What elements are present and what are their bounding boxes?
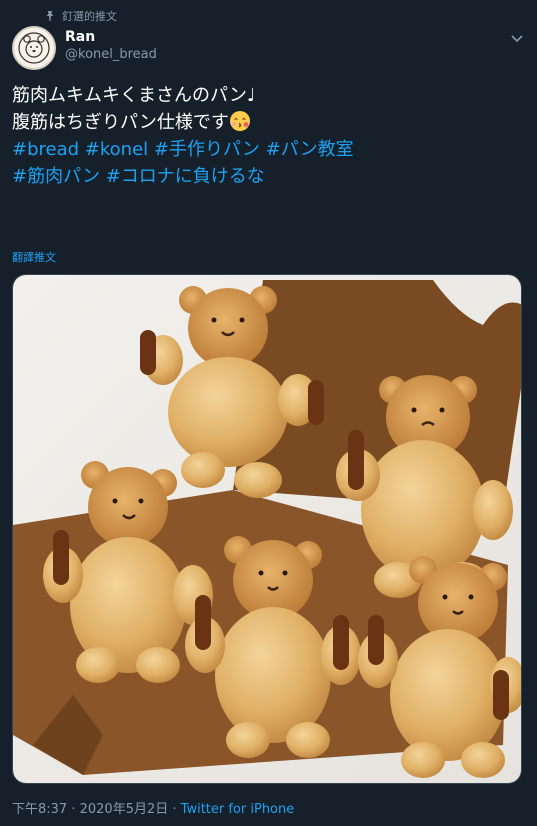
bear-logo xyxy=(15,29,53,67)
tweet-header: Ran @konel_bread xyxy=(12,26,525,70)
chevron-down-icon[interactable] xyxy=(509,30,525,46)
translate-tweet-link[interactable]: 翻譯推文 xyxy=(12,249,56,265)
author-names: Ran @konel_bread xyxy=(65,28,157,64)
hashtags-row-2: #筋肉パン #コロナに負けるな xyxy=(12,163,512,190)
tweet-line-1: 筋肉ムキムキくまさんのパン♩ xyxy=(12,85,256,106)
meta-separator: · xyxy=(67,802,80,817)
tweet-line-2: 腹筋はちぎりパン仕様です xyxy=(12,109,512,136)
kissing-face-emoji-icon xyxy=(229,111,250,131)
hashtag-link[interactable]: #パン教室 xyxy=(266,139,354,160)
bear-bread-photo xyxy=(13,275,521,783)
tweet-photo[interactable] xyxy=(12,274,522,784)
meta-separator: · xyxy=(168,802,181,817)
pinned-indicator: 釘選的推文 xyxy=(44,8,117,24)
hashtag-link[interactable]: #konel xyxy=(85,139,148,160)
tweet-meta: 下午8:37 · 2020年5月2日 · Twitter for iPhone xyxy=(12,798,294,817)
avatar[interactable] xyxy=(12,26,56,70)
tweet-time[interactable]: 下午8:37 xyxy=(12,802,67,817)
tweet-line-2-text: 腹筋はちぎりパン仕様です xyxy=(12,112,229,133)
display-name[interactable]: Ran xyxy=(65,28,157,46)
pinned-label: 釘選的推文 xyxy=(62,10,117,23)
hashtag-link[interactable]: #bread xyxy=(12,139,79,160)
hashtag-link[interactable]: #筋肉パン xyxy=(12,166,100,187)
pin-icon xyxy=(46,11,54,21)
tweet-date[interactable]: 2020年5月2日 xyxy=(80,802,169,817)
hashtag-link[interactable]: #手作りパン xyxy=(154,139,260,160)
tweet-body: 筋肉ムキムキくまさんのパン♩ 腹筋はちぎりパン仕様です #bread #kone… xyxy=(12,82,512,190)
hashtag-link[interactable]: #コロナに負けるな xyxy=(106,166,265,187)
user-handle[interactable]: @konel_bread xyxy=(65,46,157,64)
tweet-source-link[interactable]: Twitter for iPhone xyxy=(181,802,295,817)
hashtags-row-1: #bread #konel #手作りパン #パン教室 xyxy=(12,136,512,163)
